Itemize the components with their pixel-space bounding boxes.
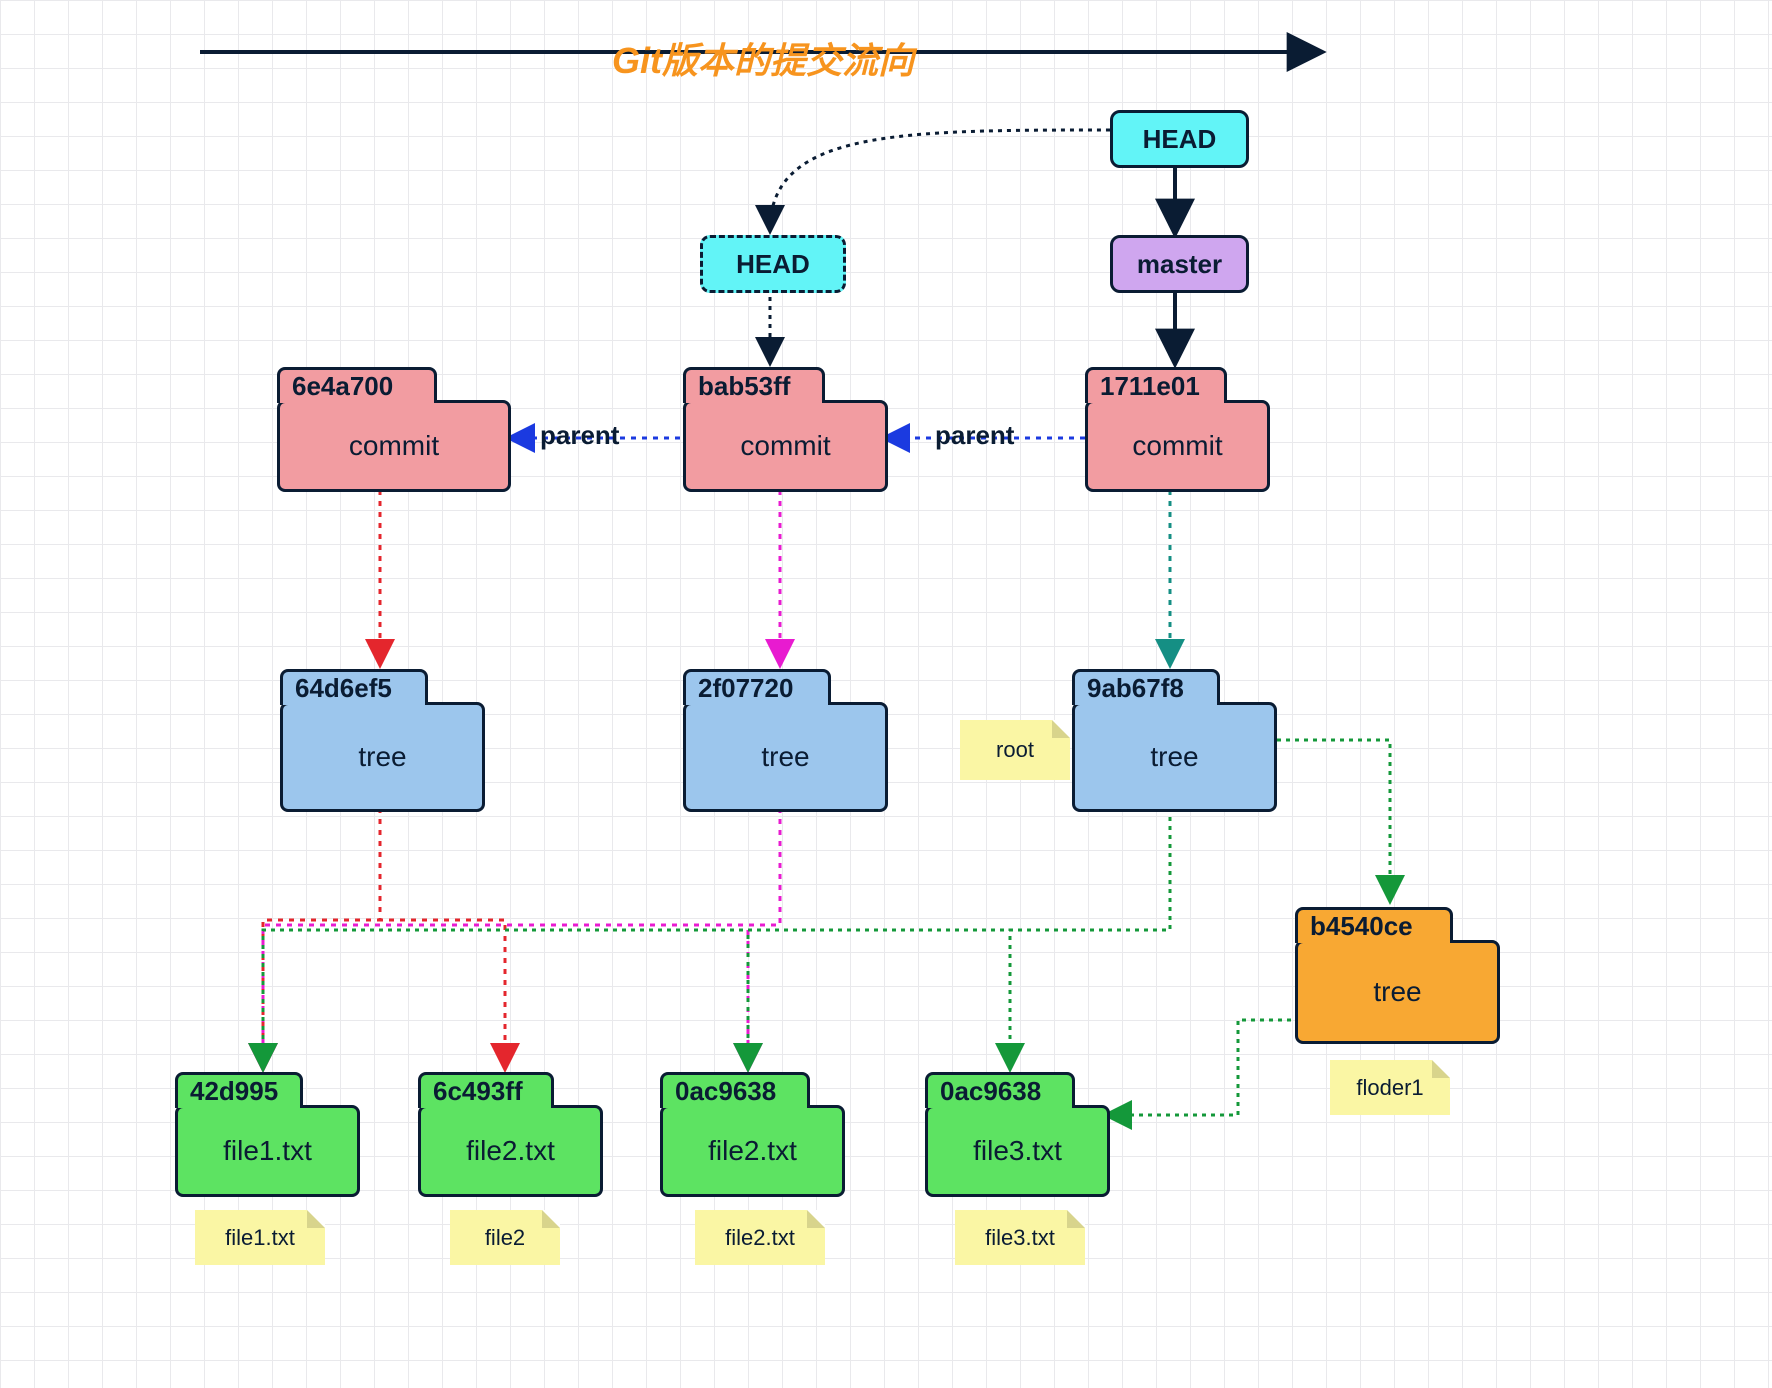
tree-node: 2f07720 tree xyxy=(683,702,888,812)
note-file3: file3.txt xyxy=(955,1210,1085,1265)
ref-head: HEAD xyxy=(1110,110,1249,168)
commit-hash: 1711e01 xyxy=(1085,367,1227,403)
note-root: root xyxy=(960,720,1070,780)
ref-head-detached: HEAD xyxy=(700,235,846,293)
blob-label: file1.txt xyxy=(178,1108,357,1194)
blob-node: 42d995 file1.txt xyxy=(175,1105,360,1197)
commit-node: 1711e01 commit xyxy=(1085,400,1270,492)
commit-node: bab53ff commit xyxy=(683,400,888,492)
tree-hash: 64d6ef5 xyxy=(280,669,428,705)
tree-hash: b4540ce xyxy=(1295,907,1453,943)
note-file2: file2 xyxy=(450,1210,560,1265)
diagram-title: Git版本的提交流向 xyxy=(612,32,914,84)
blob-node: 0ac9638 file3.txt xyxy=(925,1105,1110,1197)
edge-label-parent: parent xyxy=(935,420,1014,451)
tree-label: tree xyxy=(1075,705,1274,809)
blob-hash: 0ac9638 xyxy=(660,1072,810,1108)
edge-label-parent: parent xyxy=(540,420,619,451)
tree-hash: 2f07720 xyxy=(683,669,831,705)
blob-node: 0ac9638 file2.txt xyxy=(660,1105,845,1197)
commit-label: commit xyxy=(280,403,508,489)
tree-label: tree xyxy=(686,705,885,809)
commit-node: 6e4a700 commit xyxy=(277,400,511,492)
commit-label: commit xyxy=(686,403,885,489)
blob-node: 6c493ff file2.txt xyxy=(418,1105,603,1197)
blob-hash: 6c493ff xyxy=(418,1072,554,1108)
tree-node: 9ab67f8 tree xyxy=(1072,702,1277,812)
tree-label: tree xyxy=(1298,943,1497,1041)
tree-label: tree xyxy=(283,705,482,809)
commit-label: commit xyxy=(1088,403,1267,489)
note-file2txt: file2.txt xyxy=(695,1210,825,1265)
tree-hash: 9ab67f8 xyxy=(1072,669,1220,705)
tree-node: 64d6ef5 tree xyxy=(280,702,485,812)
blob-label: file3.txt xyxy=(928,1108,1107,1194)
note-file1: file1.txt xyxy=(195,1210,325,1265)
note-floder1: floder1 xyxy=(1330,1060,1450,1115)
blob-label: file2.txt xyxy=(421,1108,600,1194)
subtree-node: b4540ce tree xyxy=(1295,940,1500,1044)
ref-master: master xyxy=(1110,235,1249,293)
blob-hash: 0ac9638 xyxy=(925,1072,1075,1108)
blob-label: file2.txt xyxy=(663,1108,842,1194)
blob-hash: 42d995 xyxy=(175,1072,303,1108)
commit-hash: bab53ff xyxy=(683,367,825,403)
commit-hash: 6e4a700 xyxy=(277,367,437,403)
